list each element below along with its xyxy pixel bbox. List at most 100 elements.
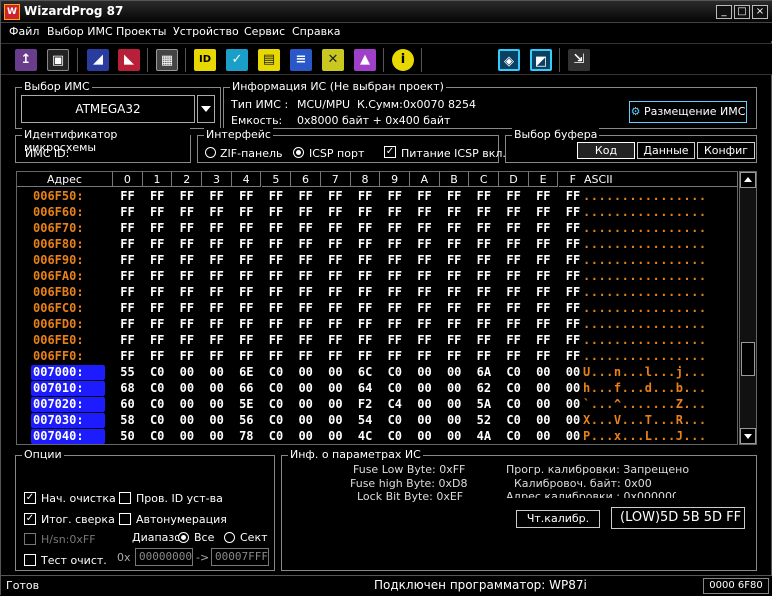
byte-cell[interactable]: FF [202, 285, 231, 300]
byte-cell[interactable]: C0 [143, 381, 172, 396]
mode-batch-icon[interactable]: ◩ [530, 49, 552, 71]
byte-cell[interactable]: 52 [469, 413, 498, 428]
ascii-cell[interactable]: P...x...L...J... [583, 429, 731, 444]
byte-cell[interactable]: FF [321, 189, 350, 204]
program-icon[interactable]: ▤ [258, 49, 280, 71]
byte-cell[interactable]: FF [440, 269, 469, 284]
byte-cell[interactable]: 00 [529, 413, 558, 428]
menu-chip-select[interactable]: Выбор ИМС [47, 25, 113, 38]
byte-cell[interactable]: 00 [529, 365, 558, 380]
byte-cell[interactable]: C0 [499, 429, 528, 444]
byte-cell[interactable]: 4A [469, 429, 498, 444]
write-chip-icon[interactable]: ◣ [118, 49, 140, 71]
hex-row[interactable]: 006F80: FF FF FF FF FF FF FF FF FF FF FF FF FF FF FF FF.… [17, 237, 739, 253]
read-calib-button[interactable]: Чт.калибр. [516, 510, 600, 528]
byte-cell[interactable]: 00 [291, 381, 320, 396]
byte-cell[interactable]: FF [410, 189, 439, 204]
byte-cell[interactable]: FF [262, 269, 291, 284]
byte-cell[interactable]: 00 [440, 397, 469, 412]
byte-cell[interactable]: C0 [380, 381, 409, 396]
byte-cell[interactable]: FF [410, 253, 439, 268]
byte-cell[interactable]: 4C [351, 429, 380, 444]
byte-cell[interactable]: C0 [143, 365, 172, 380]
byte-cell[interactable]: FF [380, 317, 409, 332]
byte-cell[interactable]: C4 [380, 397, 409, 412]
check-id-checkbox[interactable] [119, 492, 131, 504]
byte-cell[interactable]: FF [143, 349, 172, 364]
byte-cell[interactable]: FF [529, 221, 558, 236]
byte-cell[interactable]: FF [113, 221, 142, 236]
byte-cell[interactable]: FF [440, 253, 469, 268]
byte-cell[interactable]: FF [321, 237, 350, 252]
chip-select-dropdown[interactable] [197, 95, 215, 123]
byte-cell[interactable]: 56 [232, 413, 261, 428]
byte-cell[interactable]: 00 [321, 429, 350, 444]
byte-cell[interactable]: FF [499, 221, 528, 236]
byte-cell[interactable]: 78 [232, 429, 261, 444]
byte-cell[interactable]: FF [232, 221, 261, 236]
ascii-cell[interactable]: ................ [583, 349, 731, 364]
ascii-cell[interactable]: X...V...T...R... [583, 413, 731, 428]
hex-row[interactable]: 007020: 60 C0 00 00 5E C0 00 00 F2 C4 00 00 5A C0 00 00 `… [17, 397, 739, 413]
byte-cell[interactable]: FF [410, 317, 439, 332]
byte-cell[interactable]: 64 [351, 381, 380, 396]
read-chip-icon[interactable]: ◢ [87, 49, 109, 71]
protect-icon[interactable]: ▲ [354, 49, 376, 71]
ascii-cell[interactable]: ................ [583, 221, 731, 236]
byte-cell[interactable]: FF [410, 301, 439, 316]
byte-cell[interactable]: C0 [499, 413, 528, 428]
byte-cell[interactable]: FF [113, 349, 142, 364]
byte-cell[interactable]: FF [529, 269, 558, 284]
minimize-button[interactable]: _ [716, 5, 732, 19]
byte-cell[interactable]: 00 [410, 397, 439, 412]
byte-cell[interactable]: FF [172, 237, 201, 252]
byte-cell[interactable]: FF [113, 317, 142, 332]
menu-device[interactable]: Устройство [173, 25, 239, 38]
byte-cell[interactable]: FF [499, 333, 528, 348]
byte-cell[interactable]: 00 [529, 381, 558, 396]
byte-cell[interactable]: FF [321, 253, 350, 268]
byte-cell[interactable]: FF [380, 333, 409, 348]
hex-grid[interactable]: Адрес 0123456789ABCDEF ASCII 006F50: FF FF… [16, 171, 738, 445]
byte-cell[interactable]: FF [262, 317, 291, 332]
menu-projects[interactable]: Проекты [116, 25, 167, 38]
byte-cell[interactable]: 00 [172, 381, 201, 396]
byte-cell[interactable]: FF [410, 221, 439, 236]
byte-cell[interactable]: FF [351, 221, 380, 236]
byte-cell[interactable]: FF [232, 189, 261, 204]
byte-cell[interactable]: FF [499, 205, 528, 220]
byte-cell[interactable]: 00 [291, 365, 320, 380]
byte-cell[interactable]: FF [143, 253, 172, 268]
byte-cell[interactable]: FF [172, 349, 201, 364]
byte-cell[interactable]: FF [321, 349, 350, 364]
byte-cell[interactable]: F2 [351, 397, 380, 412]
ascii-cell[interactable]: ................ [583, 301, 731, 316]
scroll-thumb[interactable] [741, 342, 755, 376]
byte-cell[interactable]: FF [529, 317, 558, 332]
byte-cell[interactable]: 00 [440, 413, 469, 428]
byte-cell[interactable]: FF [380, 189, 409, 204]
byte-cell[interactable]: FF [469, 189, 498, 204]
byte-cell[interactable]: FF [469, 253, 498, 268]
byte-cell[interactable]: 6E [232, 365, 261, 380]
byte-cell[interactable]: FF [469, 221, 498, 236]
hex-row[interactable]: 006FF0: FF FF FF FF FF FF FF FF FF FF FF FF FF FF FF FF.… [17, 349, 739, 365]
byte-cell[interactable]: FF [410, 285, 439, 300]
ascii-cell[interactable]: ................ [583, 269, 731, 284]
ascii-cell[interactable]: ................ [583, 317, 731, 332]
buffer-tab-config[interactable]: Конфиг [697, 142, 755, 159]
byte-cell[interactable]: C0 [143, 397, 172, 412]
byte-cell[interactable]: FF [351, 269, 380, 284]
byte-cell[interactable]: FF [232, 333, 261, 348]
byte-cell[interactable]: FF [172, 285, 201, 300]
ascii-cell[interactable]: `...^.......Z... [583, 397, 731, 412]
byte-cell[interactable]: FF [440, 221, 469, 236]
hex-row[interactable]: 006FD0: FF FF FF FF FF FF FF FF FF FF FF FF FF FF FF FF.… [17, 317, 739, 333]
byte-cell[interactable]: FF [232, 205, 261, 220]
byte-cell[interactable]: FF [232, 253, 261, 268]
ascii-cell[interactable]: ................ [583, 237, 731, 252]
menu-service[interactable]: Сервис [244, 25, 285, 38]
byte-cell[interactable]: 00 [440, 429, 469, 444]
placement-button[interactable]: ⚙ Размещение ИМС [629, 101, 747, 123]
byte-cell[interactable]: FF [113, 189, 142, 204]
